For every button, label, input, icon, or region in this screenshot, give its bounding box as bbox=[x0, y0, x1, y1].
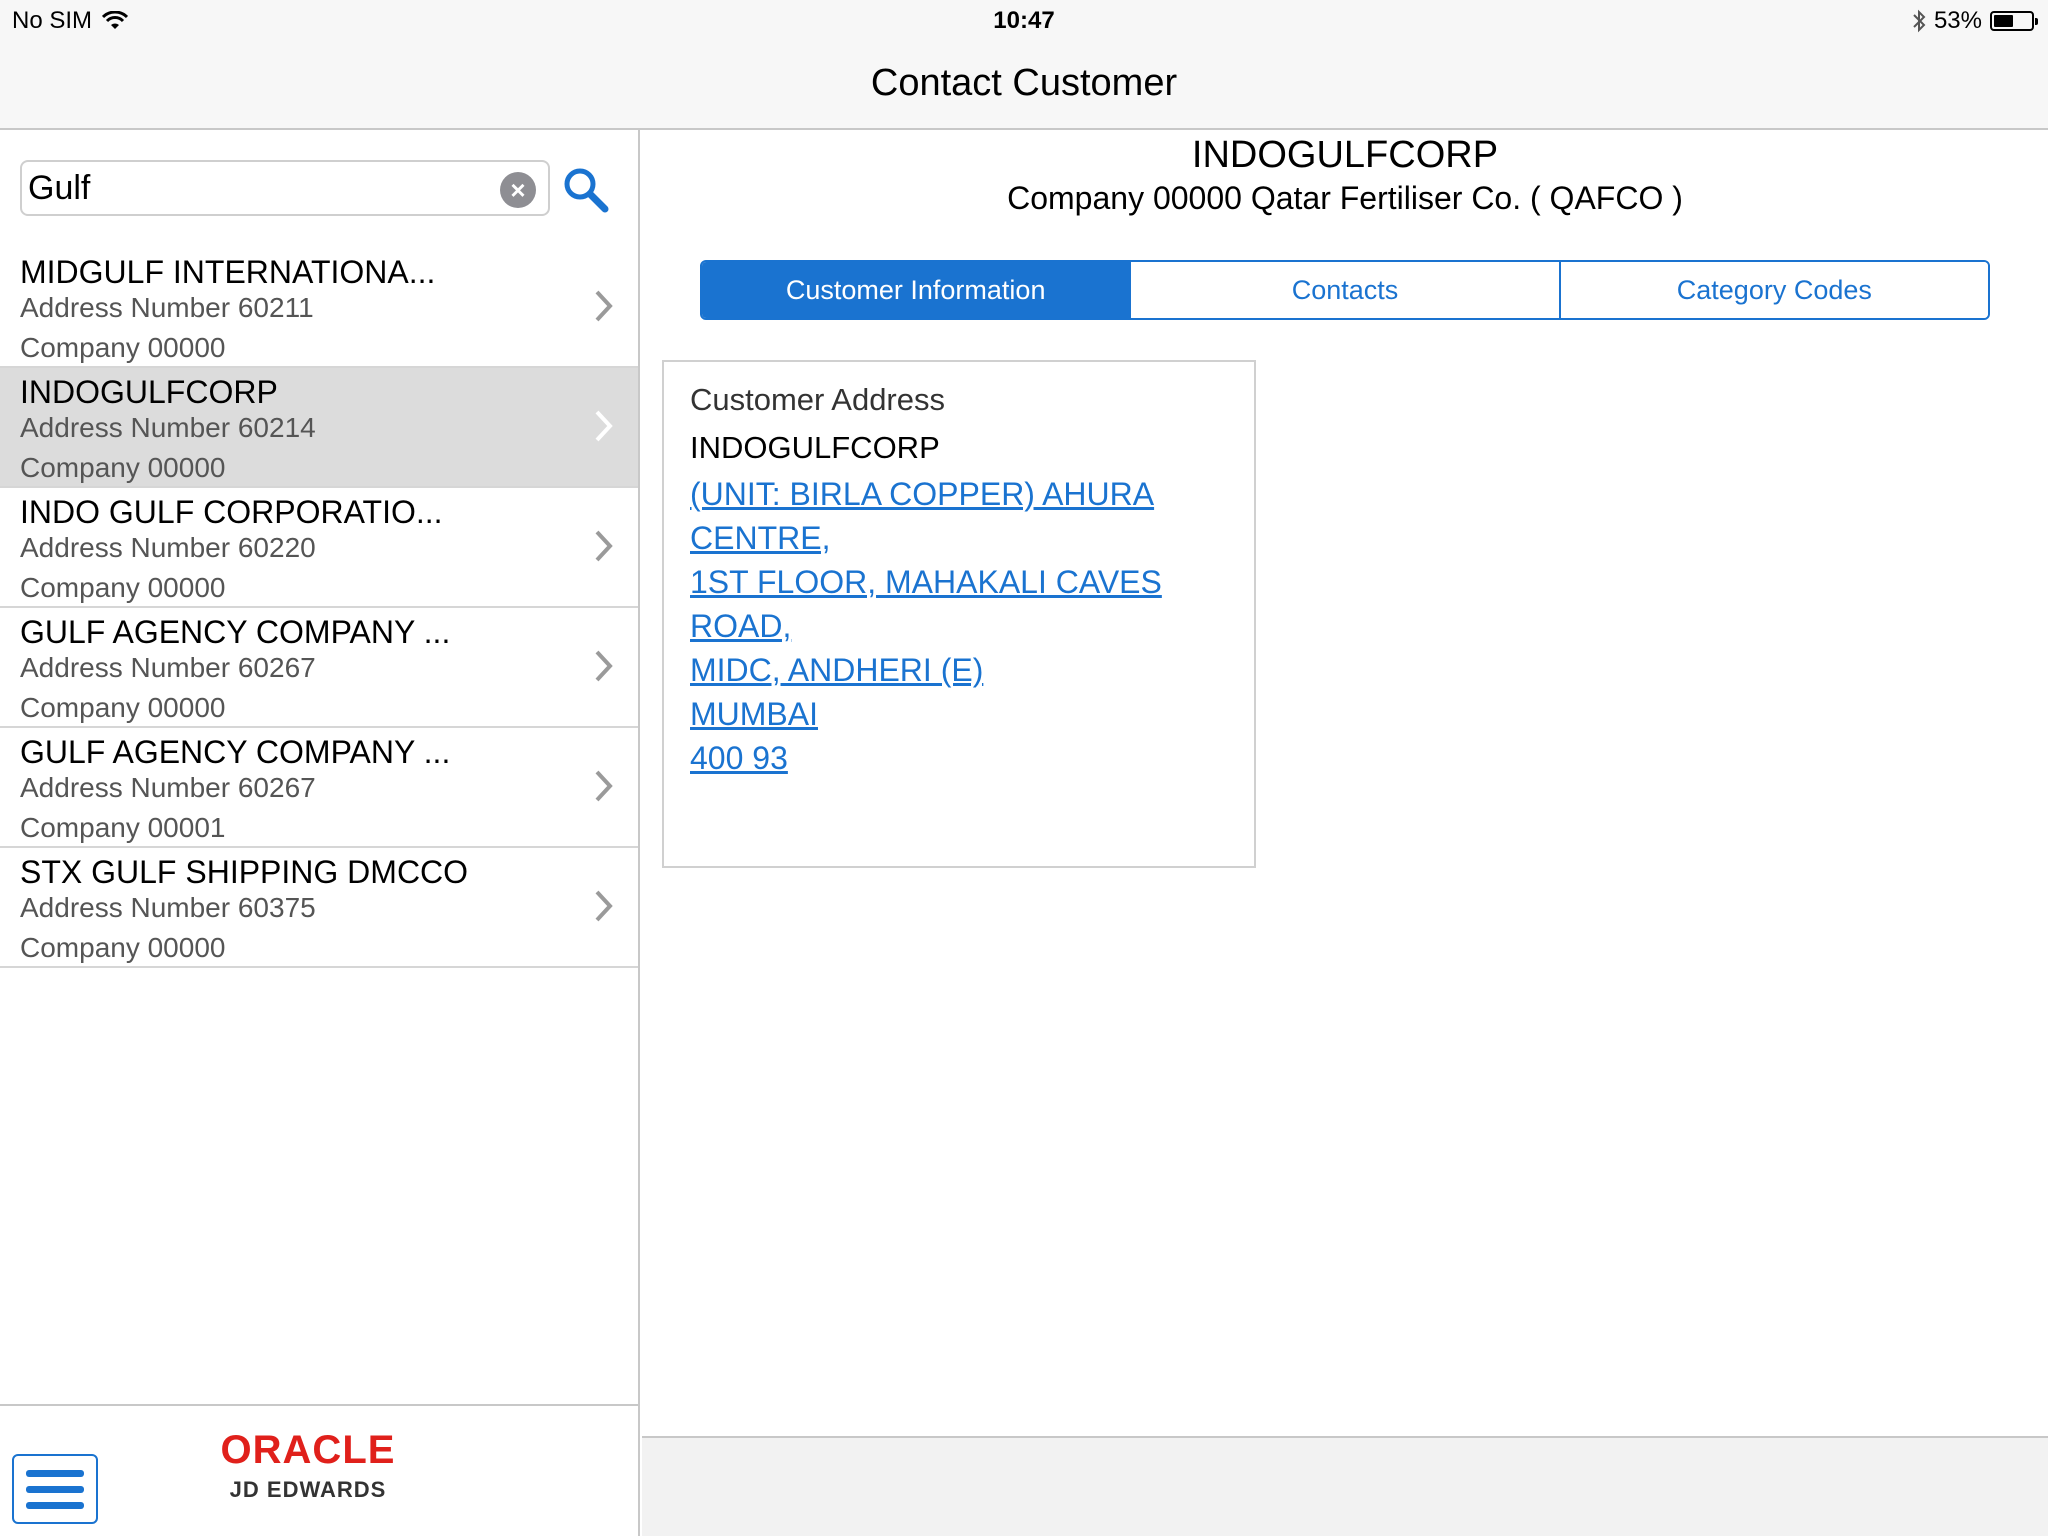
result-address: Address Number 60267 bbox=[20, 652, 316, 683]
result-address: Address Number 60267 bbox=[20, 772, 316, 803]
segmented-tabs: Customer Information Contacts Category C… bbox=[700, 260, 1990, 320]
menu-button[interactable] bbox=[12, 1454, 98, 1524]
battery-fill bbox=[1994, 15, 2013, 27]
result-address: Address Number 60211 bbox=[20, 292, 314, 323]
status-time: 10:47 bbox=[993, 7, 1055, 34]
tab-customer-information[interactable]: Customer Information bbox=[702, 262, 1132, 318]
oracle-logo-text: ORACLE bbox=[220, 1428, 396, 1472]
customer-name: INDOGULFCORP bbox=[1191, 134, 1499, 176]
tab-contacts[interactable]: Contacts bbox=[1131, 262, 1561, 318]
battery-percent: 53% bbox=[1933, 7, 1982, 34]
company-line: Company 00000 Qatar Fertiliser Co. ( QAF… bbox=[1007, 180, 1683, 216]
left-footer: ORACLE JD EDWARDS bbox=[0, 1404, 638, 1536]
address-link[interactable]: (UNIT: BIRLA COPPER) AHURA CENTRE, 1ST F… bbox=[690, 472, 1228, 780]
search-panel: × MIDGULF INTERNATIONA... Address Number… bbox=[0, 130, 640, 1536]
address-line[interactable]: CENTRE, bbox=[690, 516, 1228, 560]
chevron-right-icon bbox=[595, 770, 613, 802]
status-bar: No SIM 10:47 53% bbox=[0, 0, 2048, 40]
hamburger-icon bbox=[26, 1470, 84, 1477]
detail-panel: INDOGULFCORP Company 00000 Qatar Fertili… bbox=[642, 130, 2048, 1436]
result-name: MIDGULF INTERNATIONA... bbox=[20, 254, 436, 290]
chevron-right-icon bbox=[595, 890, 613, 922]
chevron-right-icon bbox=[595, 410, 613, 442]
status-right: 53% bbox=[1912, 7, 2038, 35]
result-name: INDOGULFCORP bbox=[20, 374, 278, 410]
customer-address-card: Customer Address INDOGULFCORP (UNIT: BIR… bbox=[662, 360, 1256, 868]
list-item[interactable]: GULF AGENCY COMPANY ... Address Number 6… bbox=[0, 728, 638, 848]
page-title: Contact Customer bbox=[870, 62, 1178, 104]
hamburger-icon bbox=[26, 1502, 84, 1509]
chevron-right-icon bbox=[595, 290, 613, 322]
result-company: Company 00000 bbox=[20, 452, 226, 483]
result-company: Company 00000 bbox=[20, 692, 226, 723]
nav-bar: Contact Customer bbox=[0, 40, 2048, 130]
battery-icon bbox=[1990, 11, 2038, 31]
address-line[interactable]: 400 93 bbox=[690, 736, 1228, 780]
result-address: Address Number 60214 bbox=[20, 412, 316, 443]
list-item[interactable]: STX GULF SHIPPING DMCCO Address Number 6… bbox=[0, 848, 638, 968]
bluetooth-icon bbox=[1913, 9, 1926, 33]
address-line[interactable]: MIDC, ANDHERI (E) bbox=[690, 648, 1228, 692]
oracle-logo: ORACLE JD EDWARDS bbox=[218, 1428, 398, 1503]
list-item[interactable]: INDOGULFCORP Address Number 60214 Compan… bbox=[0, 368, 638, 488]
result-company: Company 00001 bbox=[20, 812, 226, 843]
search-input[interactable] bbox=[28, 166, 498, 210]
search-icon[interactable] bbox=[560, 164, 610, 214]
address-line[interactable]: (UNIT: BIRLA COPPER) AHURA bbox=[690, 472, 1228, 516]
address-line[interactable]: ROAD, bbox=[690, 604, 1228, 648]
result-name: GULF AGENCY COMPANY ... bbox=[20, 734, 451, 770]
result-name: STX GULF SHIPPING DMCCO bbox=[20, 854, 469, 890]
result-name: GULF AGENCY COMPANY ... bbox=[20, 614, 451, 650]
address-line[interactable]: MUMBAI bbox=[690, 692, 1228, 736]
chevron-right-icon bbox=[595, 530, 613, 562]
list-item[interactable]: INDO GULF CORPORATIO... Address Number 6… bbox=[0, 488, 638, 608]
clear-search-icon[interactable]: × bbox=[500, 172, 536, 208]
battery-nub bbox=[2035, 18, 2038, 25]
result-company: Company 00000 bbox=[20, 932, 226, 963]
address-line[interactable]: 1ST FLOOR, MAHAKALI CAVES bbox=[690, 560, 1228, 604]
list-item[interactable]: MIDGULF INTERNATIONA... Address Number 6… bbox=[0, 248, 638, 368]
result-company: Company 00000 bbox=[20, 332, 226, 363]
search-box[interactable]: × bbox=[20, 160, 550, 216]
list-item[interactable]: GULF AGENCY COMPANY ... Address Number 6… bbox=[0, 608, 638, 728]
result-name: INDO GULF CORPORATIO... bbox=[20, 494, 443, 530]
detail-footer bbox=[642, 1436, 2048, 1536]
jd-edwards-text: JD EDWARDS bbox=[229, 1477, 387, 1502]
result-list: MIDGULF INTERNATIONA... Address Number 6… bbox=[0, 248, 638, 968]
result-company: Company 00000 bbox=[20, 572, 226, 603]
result-address: Address Number 60220 bbox=[20, 532, 316, 563]
card-heading: Customer Address bbox=[690, 382, 945, 417]
hamburger-icon bbox=[26, 1486, 84, 1493]
result-address: Address Number 60375 bbox=[20, 892, 316, 923]
tab-category-codes[interactable]: Category Codes bbox=[1560, 262, 1988, 318]
chevron-right-icon bbox=[595, 650, 613, 682]
card-customer-name: INDOGULFCORP bbox=[690, 430, 940, 465]
